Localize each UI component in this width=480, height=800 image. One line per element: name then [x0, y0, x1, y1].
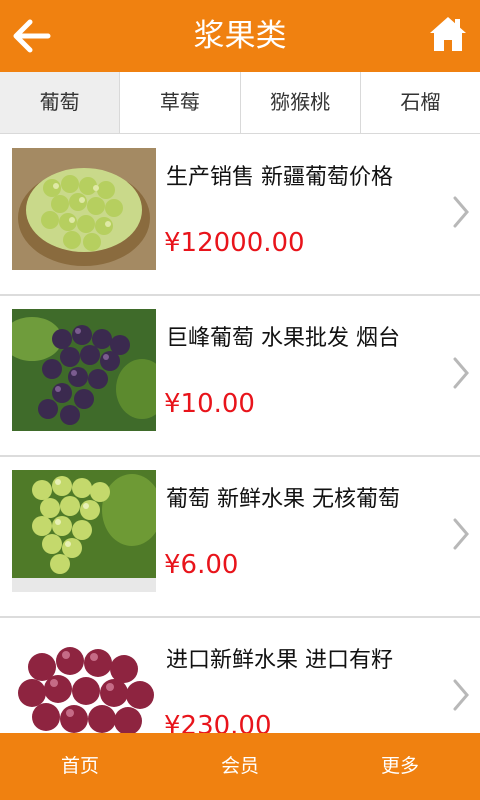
chevron-right-icon [453, 196, 469, 228]
product-item[interactable]: 生产销售 新疆葡萄价格 ¥12000.00 [0, 135, 480, 296]
tab-grape[interactable]: 葡萄 [0, 72, 121, 133]
product-title: 巨峰葡萄 水果批发 烟台 [166, 326, 400, 351]
product-item[interactable]: 巨峰葡萄 水果批发 烟台 ¥10.00 [0, 296, 480, 457]
nav-home-button[interactable]: 首页 [0, 733, 160, 800]
product-image-green-grapes-basket [12, 148, 156, 270]
tab-strawberry[interactable]: 草莓 [120, 72, 241, 133]
product-price: ¥230.00 [164, 711, 272, 733]
home-icon[interactable] [428, 14, 468, 54]
product-price: ¥6.00 [164, 550, 239, 580]
product-item[interactable]: 葡萄 新鲜水果 无核葡萄 ¥6.00 [0, 457, 480, 618]
product-title: 进口新鲜水果 进口有籽 [166, 648, 393, 673]
tab-kiwi[interactable]: 猕猴桃 [241, 72, 361, 133]
nav-member-button[interactable]: 会员 [160, 733, 320, 800]
product-list: 生产销售 新疆葡萄价格 ¥12000.00 巨峰葡萄 水果批发 烟台 ¥10.0… [0, 135, 480, 733]
product-price: ¥12000.00 [164, 228, 305, 258]
tab-pomegranate[interactable]: 石榴 [361, 72, 480, 133]
product-title: 生产销售 新疆葡萄价格 [166, 165, 393, 190]
chevron-right-icon [453, 518, 469, 550]
chevron-right-icon [453, 357, 469, 389]
page-title: 浆果类 [193, 18, 287, 54]
bottom-nav: 首页 会员 更多 [0, 733, 480, 800]
product-image-red-grapes [12, 631, 156, 733]
product-image-green-grapes-bunch [12, 470, 156, 592]
top-bar: 浆果类 [0, 0, 480, 72]
product-item[interactable]: 进口新鲜水果 进口有籽 ¥230.00 [0, 618, 480, 733]
chevron-right-icon [453, 679, 469, 711]
nav-more-button[interactable]: 更多 [320, 733, 480, 800]
product-image-purple-grapes-vine [12, 309, 156, 431]
category-tabs: 葡萄 草莓 猕猴桃 石榴 [0, 72, 480, 134]
product-price: ¥10.00 [164, 389, 255, 419]
product-title: 葡萄 新鲜水果 无核葡萄 [166, 487, 400, 512]
